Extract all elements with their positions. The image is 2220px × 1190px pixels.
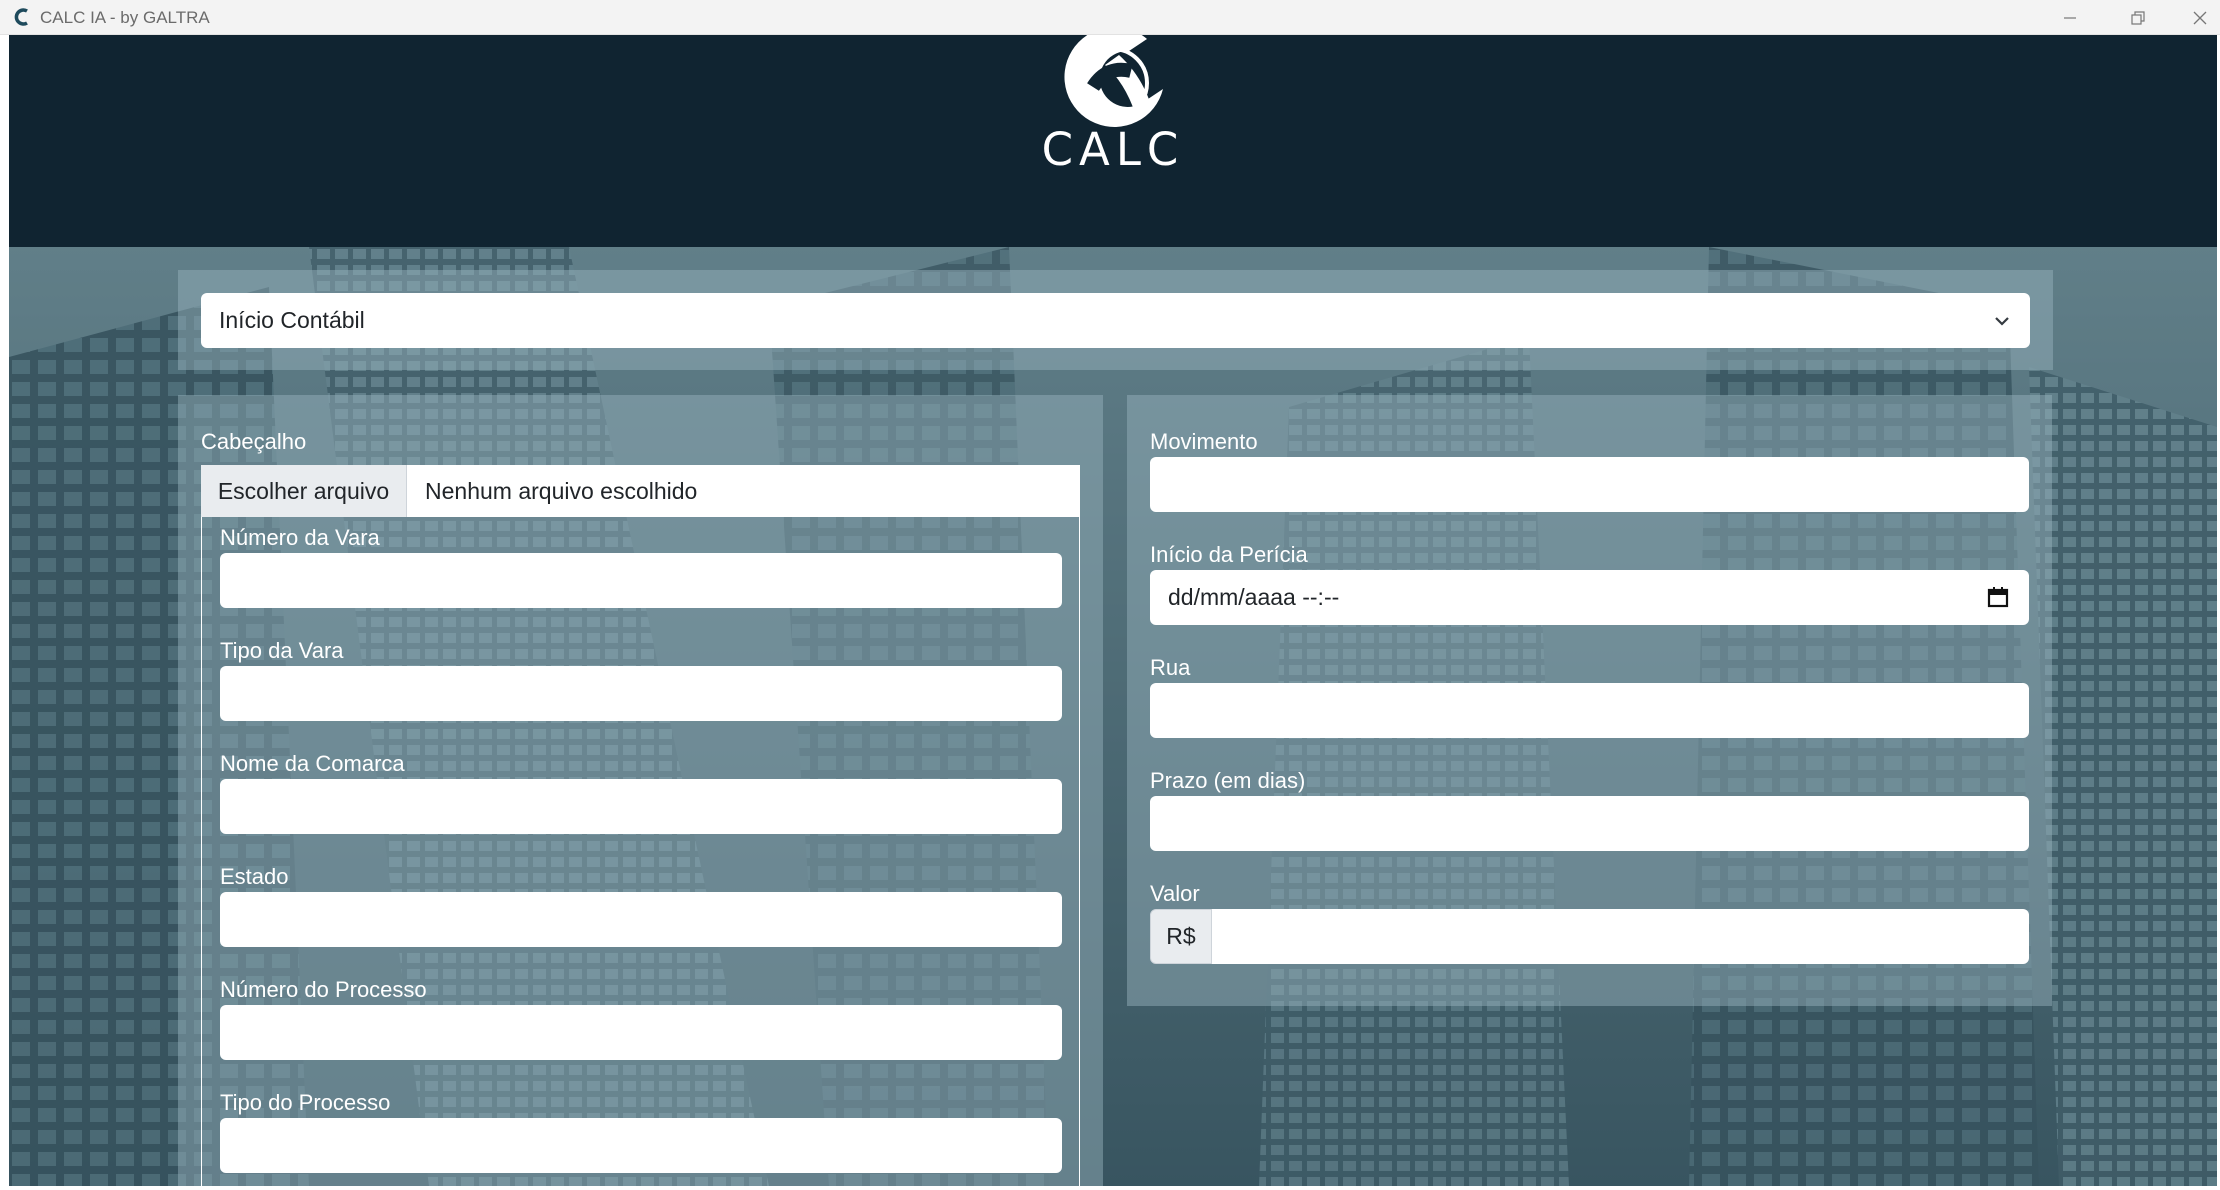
numero-vara-input[interactable] bbox=[220, 553, 1062, 608]
file-status-text: Nenhum arquivo escolhido bbox=[425, 478, 698, 504]
file-input[interactable]: Escolher arquivo Nenhum arquivo escolhid… bbox=[201, 465, 1080, 517]
rua-label: Rua bbox=[1150, 655, 1191, 680]
app-header: CALC bbox=[9, 35, 2217, 247]
currency-prefix: R$ bbox=[1150, 909, 1212, 964]
minimize-button[interactable] bbox=[2040, 0, 2100, 35]
cabecalho-fieldset bbox=[201, 517, 1080, 1186]
prazo-label: Prazo (em dias) bbox=[1150, 768, 1306, 793]
tipo-vara-label: Tipo da Vara bbox=[220, 638, 344, 663]
inicio-pericia-input[interactable]: dd/mm/aaaa --:-- bbox=[1150, 570, 2029, 625]
estado-label: Estado bbox=[220, 864, 289, 889]
close-icon bbox=[2193, 11, 2207, 24]
estado-input[interactable] bbox=[220, 892, 1062, 947]
rua-input[interactable] bbox=[1150, 683, 2029, 738]
calc-logo-icon bbox=[1064, 35, 1163, 127]
valor-label: Valor bbox=[1150, 881, 1200, 906]
mode-select[interactable]: Início Contábil bbox=[201, 293, 2030, 348]
restore-button[interactable] bbox=[2108, 0, 2168, 35]
prazo-input[interactable] bbox=[1150, 796, 2029, 851]
numero-processo-input[interactable] bbox=[220, 1005, 1062, 1060]
numero-vara-label: Número da Vara bbox=[220, 525, 380, 550]
calendar-icon[interactable] bbox=[1987, 586, 2009, 608]
brand-logo-text: CALC bbox=[1041, 123, 1185, 176]
valor-input[interactable] bbox=[1212, 909, 2029, 964]
minimize-icon bbox=[2064, 16, 2076, 19]
chevron-down-icon bbox=[1995, 317, 2009, 326]
mode-select-value: Início Contábil bbox=[219, 307, 365, 333]
choose-file-button[interactable]: Escolher arquivo bbox=[201, 465, 407, 517]
inicio-pericia-placeholder: dd/mm/aaaa --:-- bbox=[1168, 584, 1340, 610]
window-titlebar: CALC IA - by GALTRA bbox=[0, 0, 2220, 35]
valor-input-group: R$ bbox=[1150, 909, 2029, 964]
cabecalho-panel: Cabeçalho Escolher arquivo Nenhum arquiv… bbox=[178, 395, 1103, 1186]
tipo-vara-input[interactable] bbox=[220, 666, 1062, 721]
app-logo-icon bbox=[12, 7, 32, 27]
nome-comarca-input[interactable] bbox=[220, 779, 1062, 834]
movimento-panel: Movimento Início da Perícia dd/mm/aaaa -… bbox=[1127, 395, 2052, 1006]
nome-comarca-label: Nome da Comarca bbox=[220, 751, 405, 776]
close-button[interactable] bbox=[2170, 0, 2220, 35]
restore-icon bbox=[2131, 10, 2145, 25]
movimento-input[interactable] bbox=[1150, 457, 2029, 512]
tipo-processo-label: Tipo do Processo bbox=[220, 1090, 391, 1115]
mode-select-panel: Início Contábil bbox=[178, 270, 2053, 370]
numero-processo-label: Número do Processo bbox=[220, 977, 427, 1002]
inicio-pericia-label: Início da Perícia bbox=[1150, 542, 1308, 567]
movimento-label: Movimento bbox=[1150, 429, 1258, 454]
window-title: CALC IA - by GALTRA bbox=[40, 8, 210, 27]
cabecalho-legend: Cabeçalho bbox=[201, 429, 307, 454]
tipo-processo-input[interactable] bbox=[220, 1118, 1062, 1173]
app-window: CALC Início Contábil Cabeçalho Escolher … bbox=[9, 35, 2217, 1186]
